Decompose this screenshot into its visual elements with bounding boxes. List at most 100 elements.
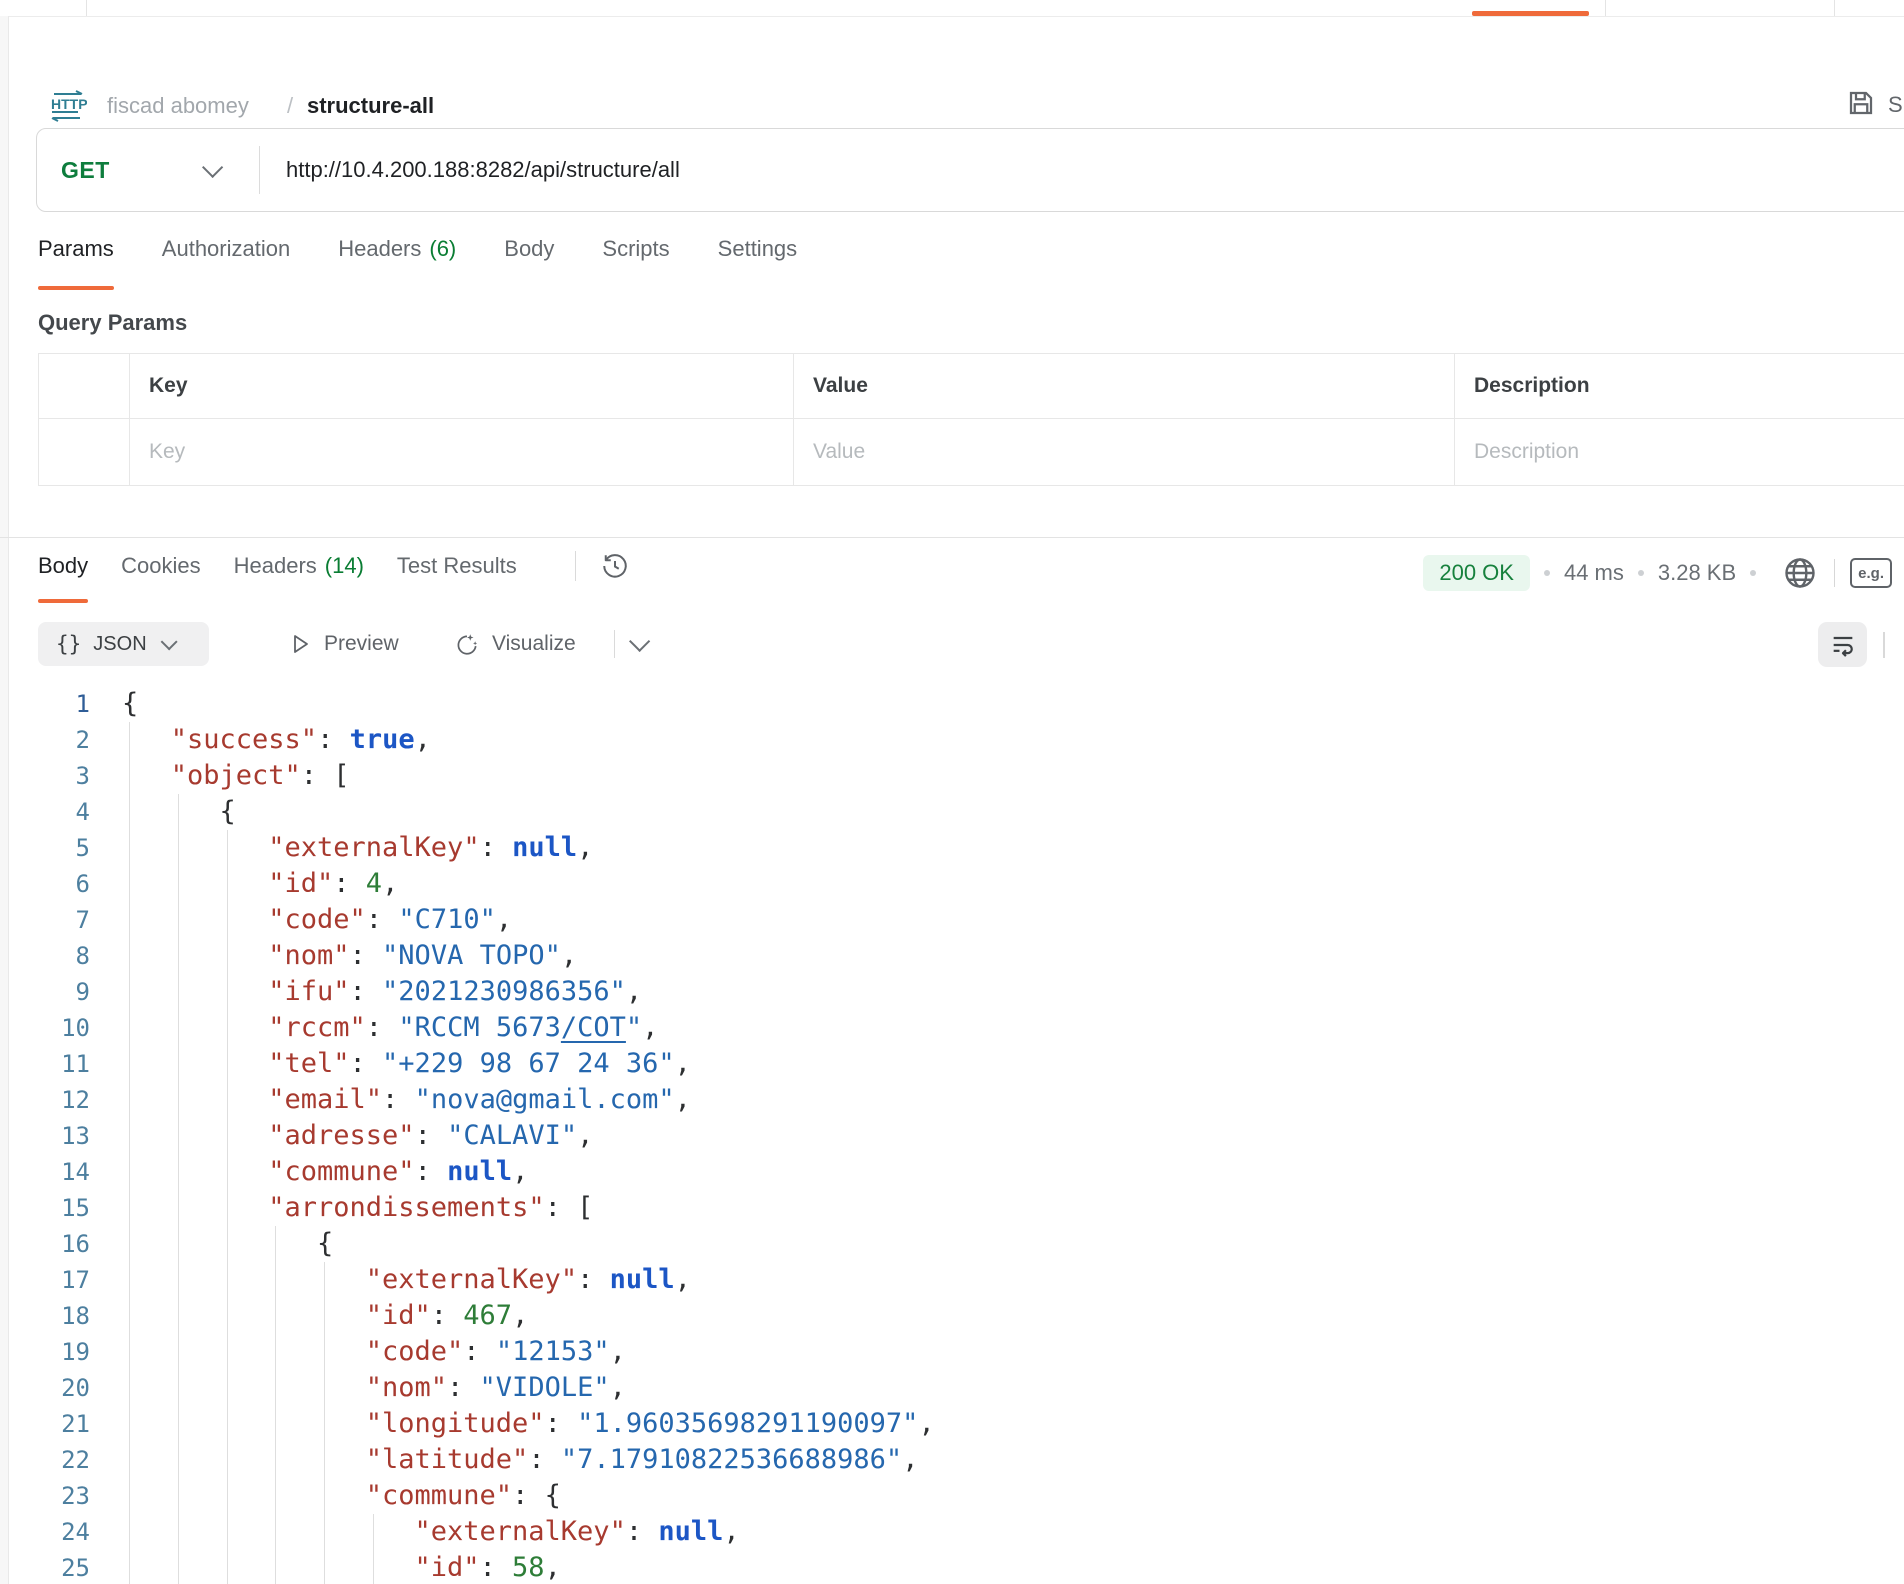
meta-dot — [1750, 570, 1756, 576]
indent-guide — [227, 1118, 228, 1154]
line-number: 8 — [0, 938, 90, 974]
visualize-button[interactable]: Visualize — [454, 622, 576, 666]
save-icon[interactable] — [1846, 88, 1876, 118]
code-token: "C710" — [398, 904, 496, 935]
code-line-content: "id": 58, — [415, 1550, 561, 1584]
http-method-icon: HTTP — [47, 90, 87, 122]
request-tab-scripts[interactable]: Scripts — [602, 236, 669, 290]
indent-guide — [129, 1046, 130, 1082]
key-input[interactable]: Key — [129, 419, 793, 485]
indent-guide — [227, 830, 228, 866]
tab-label: Headers — [338, 236, 421, 261]
indent-guide — [129, 1334, 130, 1370]
indent-guide — [227, 974, 228, 1010]
indent-guide — [129, 1298, 130, 1334]
indent-guide — [275, 1478, 276, 1514]
line-number: 24 — [0, 1514, 90, 1550]
line-number: 13 — [0, 1118, 90, 1154]
breadcrumb-collection[interactable]: fiscad abomey — [107, 92, 249, 120]
response-tab-body[interactable]: Body — [38, 553, 88, 603]
breadcrumb-request-name[interactable]: structure-all — [307, 92, 434, 120]
chevron-down-icon[interactable] — [202, 157, 223, 178]
code-token: , — [642, 1012, 658, 1043]
indent-guide — [178, 902, 179, 938]
code-line: 24"externalKey": null, — [0, 1514, 1904, 1550]
url-input[interactable]: http://10.4.200.188:8282/api/structure/a… — [286, 129, 680, 211]
code-token: , — [415, 724, 431, 755]
code-token: : — [350, 940, 383, 971]
code-line: 25 "id": 58, — [0, 1550, 1904, 1584]
row-checkbox-cell[interactable] — [39, 419, 129, 485]
code-line-content: "code": "12153", — [366, 1334, 626, 1370]
code-token: : — [317, 724, 350, 755]
indent-guide — [129, 830, 130, 866]
preview-button[interactable]: Preview — [288, 622, 399, 666]
chevron-down-icon[interactable] — [629, 631, 650, 652]
code-token: "2021230986356" — [382, 976, 626, 1007]
request-tab-settings[interactable]: Settings — [718, 236, 798, 290]
code-line: 2"success": true, — [0, 722, 1904, 758]
response-tab-cookies[interactable]: Cookies — [121, 553, 200, 603]
response-tab-test-results[interactable]: Test Results — [397, 553, 517, 603]
response-section-divider — [0, 537, 1904, 538]
tab-count-badge: (6) — [429, 236, 456, 261]
indent-guide — [324, 1370, 325, 1406]
column-header-key: Key — [129, 354, 793, 418]
request-tab-body[interactable]: Body — [504, 236, 554, 290]
indent-guide — [324, 1334, 325, 1370]
code-token: "commune" — [268, 1156, 414, 1187]
request-tab-authorization[interactable]: Authorization — [162, 236, 290, 290]
code-line-content: "id": 4, — [268, 866, 398, 902]
format-selector[interactable]: {} JSON — [38, 622, 209, 666]
response-tabs: Body Cookies Headers(14) Test Results — [38, 553, 630, 605]
code-token: : { — [512, 1480, 561, 1511]
description-input[interactable]: Description — [1454, 419, 1904, 485]
indent-guide — [227, 1046, 228, 1082]
code-token: "CALAVI" — [447, 1120, 577, 1151]
code-line: 7"code": "C710", — [0, 902, 1904, 938]
network-globe-icon[interactable] — [1782, 555, 1818, 591]
response-body-json[interactable]: 1{2"success": true,3"object": [4{5"exter… — [0, 686, 1904, 1584]
code-token: { — [122, 688, 138, 719]
line-number: 14 — [0, 1154, 90, 1190]
method-selector[interactable]: GET — [61, 129, 110, 211]
save-button-label[interactable]: S — [1888, 92, 1903, 118]
indent-guide — [129, 938, 130, 974]
eg-badge-icon[interactable]: e.g. — [1850, 558, 1892, 588]
wrap-text-button[interactable] — [1818, 622, 1867, 667]
tabs-divider — [575, 551, 576, 581]
code-token: "RCCM 5673 — [398, 1012, 561, 1043]
code-token: "adresse" — [268, 1120, 414, 1151]
code-token: : — [415, 1156, 448, 1187]
workspace-tab-strip[interactable] — [0, 0, 1904, 17]
chevron-down-icon — [160, 633, 177, 650]
line-number: 11 — [0, 1046, 90, 1082]
value-input[interactable]: Value — [793, 419, 1454, 485]
code-token: , — [723, 1516, 739, 1547]
indent-guide — [324, 1550, 325, 1584]
line-number: 25 — [0, 1550, 90, 1584]
code-line: 21"longitude": "1.96035698291190097", — [0, 1406, 1904, 1442]
app-window: HTTP fiscad abomey / structure-all S GET… — [0, 0, 1904, 1584]
line-number: 1 — [0, 686, 90, 722]
tab-label: Scripts — [602, 236, 669, 261]
tab-label: Authorization — [162, 236, 290, 261]
request-tab-headers[interactable]: Headers (6) — [338, 236, 456, 290]
line-number: 9 — [0, 974, 90, 1010]
indent-guide — [129, 1190, 130, 1226]
line-number: 21 — [0, 1406, 90, 1442]
indent-guide — [178, 866, 179, 902]
code-token: : — [480, 832, 513, 863]
response-tab-headers[interactable]: Headers(14) — [234, 553, 364, 603]
indent-guide — [129, 1262, 130, 1298]
line-number: 20 — [0, 1370, 90, 1406]
code-token: "longitude" — [366, 1408, 545, 1439]
link-token[interactable]: /COT — [561, 1012, 626, 1043]
query-params-table: Key Value Description Key Value Descript… — [38, 353, 1904, 486]
meta-dot — [1638, 570, 1644, 576]
request-tab-params[interactable]: Params — [38, 236, 114, 290]
history-icon[interactable] — [600, 551, 630, 581]
code-line: 6"id": 4, — [0, 866, 1904, 902]
code-token: null — [447, 1156, 512, 1187]
indent-guide — [227, 1370, 228, 1406]
